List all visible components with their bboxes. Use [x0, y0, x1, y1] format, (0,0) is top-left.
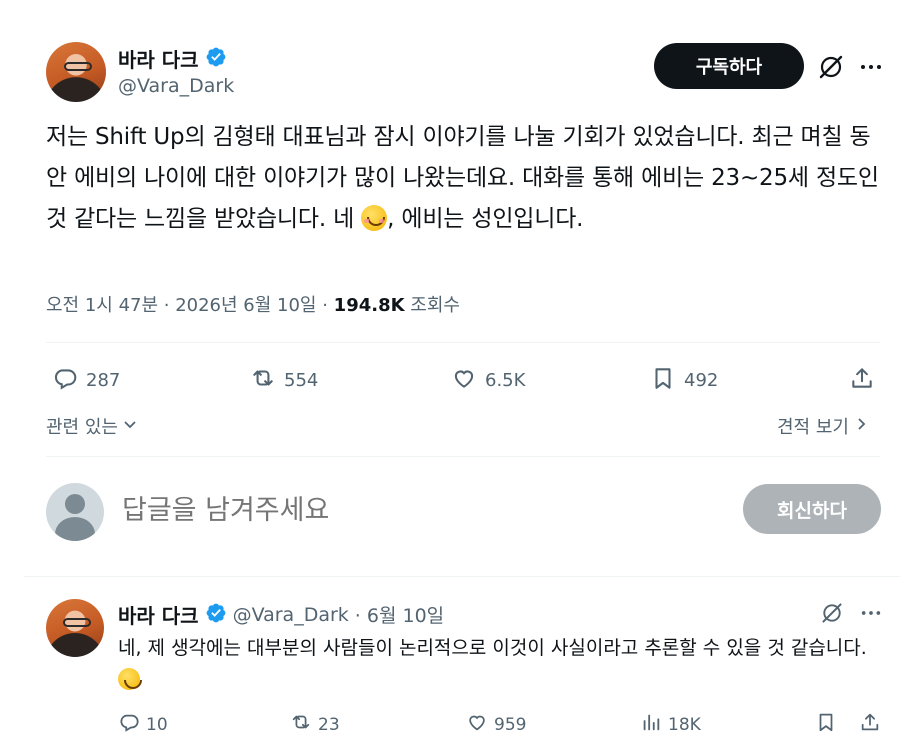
- retweet-count: 554: [284, 370, 319, 391]
- divider: [46, 342, 880, 343]
- bookmark-count: 492: [684, 370, 719, 391]
- chevron-down-icon: [122, 416, 138, 437]
- reply-text-content: 네, 제 생각에는 대부분의 사람들이 논리적으로 이것이 사실이라고 추론할 …: [118, 637, 867, 659]
- related-label: 관련 있는: [46, 417, 118, 438]
- verified-badge-icon: [205, 46, 227, 72]
- reply-action[interactable]: 287: [52, 365, 120, 396]
- views-icon: [640, 711, 662, 738]
- share-icon[interactable]: [849, 365, 875, 395]
- reply-reply-action[interactable]: 10: [118, 711, 168, 738]
- more-icon[interactable]: [859, 55, 883, 83]
- author-handle[interactable]: @Vara_Dark: [118, 75, 234, 97]
- reply-like-count: 959: [494, 714, 527, 735]
- author-name-row: 바라 다크: [118, 44, 227, 73]
- reply-reply-count: 10: [146, 714, 168, 735]
- reply-date[interactable]: · 6월 10일: [355, 601, 444, 628]
- like-action[interactable]: 6.5K: [451, 365, 525, 396]
- author-avatar[interactable]: [46, 42, 106, 102]
- reply-input[interactable]: [122, 490, 722, 530]
- more-icon[interactable]: [860, 602, 882, 628]
- reply-icon: [118, 711, 140, 738]
- tweet-meta: 오전 1시 47분 · 2026년 6월 10일 · 194.8K 조회수: [46, 291, 460, 317]
- bookmark-icon: [650, 365, 676, 396]
- reply-icon: [52, 365, 78, 396]
- bookmark-icon[interactable]: [815, 711, 837, 737]
- tweet-timestamp[interactable]: 오전 1시 47분 · 2026년 6월 10일 ·: [46, 295, 334, 316]
- divider: [46, 456, 880, 457]
- zany-face-emoji-icon: [118, 668, 142, 690]
- view-quotes-link[interactable]: 견적 보기: [777, 413, 869, 439]
- tweet-text: 저는 Shift Up의 김형태 대표님과 잠시 이야기를 나눌 기회가 있었습…: [46, 117, 886, 240]
- quotes-label: 견적 보기: [777, 417, 849, 438]
- reply-retweet-count: 23: [318, 714, 340, 735]
- reply-author-avatar[interactable]: [46, 599, 104, 657]
- reply-views-action[interactable]: 18K: [640, 711, 701, 738]
- like-icon: [451, 365, 477, 396]
- section-divider: [24, 576, 900, 577]
- verified-badge-icon: [205, 602, 227, 628]
- reply-views-count: 18K: [668, 714, 701, 735]
- grok-icon[interactable]: [817, 53, 845, 85]
- retweet-icon: [250, 365, 276, 396]
- views-count: 194.8K: [333, 295, 405, 316]
- reply-author-handle[interactable]: @Vara_Dark: [233, 604, 349, 626]
- reply-header: 바라 다크 @Vara_Dark · 6월 10일: [118, 600, 444, 629]
- views-label: 조회수: [404, 295, 460, 316]
- author-name[interactable]: 바라 다크: [118, 44, 199, 73]
- reply-text: 네, 제 생각에는 대부분의 사람들이 논리적으로 이것이 사실이라고 추론할 …: [118, 632, 888, 696]
- grok-icon[interactable]: [820, 601, 844, 629]
- smiling-emoji-icon: [361, 205, 388, 231]
- reply-like-action[interactable]: 959: [466, 711, 526, 738]
- share-icon[interactable]: [859, 711, 881, 737]
- like-icon: [466, 711, 488, 738]
- like-count: 6.5K: [485, 370, 526, 391]
- subscribe-button[interactable]: 구독하다: [654, 43, 804, 89]
- reply-count: 287: [86, 370, 121, 391]
- bookmark-action[interactable]: 492: [650, 365, 718, 396]
- reply-author-name[interactable]: 바라 다크: [118, 600, 199, 629]
- reply-retweet-action[interactable]: 23: [290, 711, 340, 738]
- tweet-text-part2: , 에비는 성인입니다.: [387, 206, 584, 232]
- reply-button[interactable]: 회신하다: [743, 484, 881, 534]
- user-avatar: [46, 483, 104, 541]
- chevron-right-icon: [853, 416, 869, 437]
- related-link[interactable]: 관련 있는: [46, 413, 138, 439]
- retweet-action[interactable]: 554: [250, 365, 318, 396]
- retweet-icon: [290, 711, 312, 738]
